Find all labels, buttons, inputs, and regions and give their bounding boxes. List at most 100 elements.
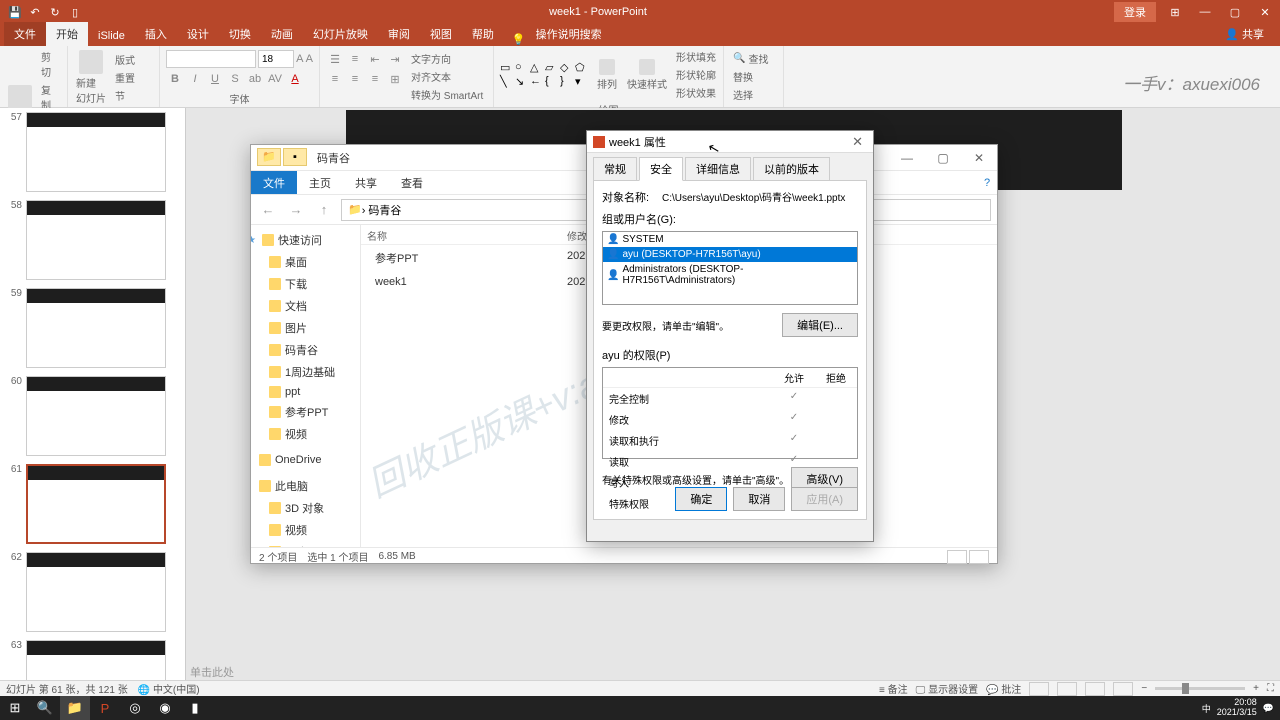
shape-fill-button[interactable]: 形状填充 — [673, 48, 719, 65]
redo-icon[interactable]: ↻ — [48, 5, 62, 19]
tab-file[interactable]: 文件 — [4, 22, 46, 46]
save-icon[interactable]: 💾 — [8, 5, 22, 19]
users-listbox[interactable]: 👤SYSTEM👤ayu (DESKTOP-H7R156T\ayu)👤Admini… — [602, 231, 858, 305]
nav-item[interactable]: 参考PPT — [251, 401, 360, 423]
nav-item[interactable]: 视频 — [251, 519, 360, 541]
arrange-button[interactable]: 排列 — [593, 57, 621, 93]
tab-home[interactable]: 开始 — [46, 22, 88, 46]
tab-details[interactable]: 详细信息 — [685, 157, 751, 181]
chrome-icon[interactable]: ◉ — [150, 696, 180, 720]
thumb-preview[interactable] — [26, 288, 166, 368]
search-icon[interactable]: 🔍 — [30, 696, 60, 720]
powerpoint-icon[interactable]: P — [90, 696, 120, 720]
thumbnail-item[interactable]: 59 — [4, 288, 181, 368]
align-text-button[interactable]: 对齐文本 — [408, 68, 486, 85]
select-button[interactable]: 选择 — [730, 86, 777, 103]
slideshow-view-icon[interactable] — [1113, 682, 1133, 696]
language-indicator[interactable]: 🌐 中文(中国) — [138, 681, 200, 696]
exp-tab-home[interactable]: 主页 — [297, 171, 343, 194]
details-view-icon[interactable] — [947, 550, 967, 564]
font-color-icon[interactable]: A — [286, 70, 304, 88]
tab-slideshow[interactable]: 幻灯片放映 — [303, 22, 378, 46]
columns-icon[interactable]: ⊞ — [386, 70, 404, 88]
exp-close-icon[interactable]: ✕ — [961, 145, 997, 171]
italic-icon[interactable]: I — [186, 70, 204, 88]
thumbnails-view-icon[interactable] — [969, 550, 989, 564]
thumb-preview[interactable] — [26, 376, 166, 456]
exp-tab-share[interactable]: 共享 — [343, 171, 389, 194]
nav-item[interactable]: ppt — [251, 383, 360, 401]
thumbnail-item[interactable]: 58 — [4, 200, 181, 280]
tab-design[interactable]: 设计 — [177, 22, 219, 46]
quick-style-button[interactable]: 快速样式 — [623, 57, 671, 93]
col-name[interactable]: 名称 — [361, 225, 561, 244]
spacing-icon[interactable]: AV — [266, 70, 284, 88]
replace-button[interactable]: 替换 — [730, 68, 777, 85]
tab-transition[interactable]: 切换 — [219, 22, 261, 46]
app-icon[interactable]: ◎ — [120, 696, 150, 720]
tab-islide[interactable]: iSlide — [88, 26, 135, 46]
zoom-in-icon[interactable]: + — [1253, 683, 1259, 694]
thumbnail-item[interactable]: 60 — [4, 376, 181, 456]
shape-effects-button[interactable]: 形状效果 — [673, 84, 719, 101]
nav-item[interactable]: 图片 — [251, 317, 360, 339]
maximize-icon[interactable]: ▢ — [1220, 0, 1250, 24]
nav-item[interactable]: 桌面 — [251, 251, 360, 273]
user-item[interactable]: 👤SYSTEM — [603, 232, 857, 247]
thumb-preview[interactable] — [26, 640, 166, 682]
increase-font-icon[interactable]: A — [296, 50, 304, 68]
thumbnail-item[interactable]: 62 — [4, 552, 181, 632]
tab-animation[interactable]: 动画 — [261, 22, 303, 46]
forward-icon[interactable]: → — [285, 199, 307, 221]
tab-view[interactable]: 视图 — [420, 22, 462, 46]
cut-button[interactable]: 剪切 — [38, 48, 63, 80]
nav-item[interactable]: 下载 — [251, 273, 360, 295]
ribbon-display-icon[interactable]: ⊞ — [1160, 0, 1190, 24]
exp-help-icon[interactable]: ? — [977, 171, 997, 194]
tab-review[interactable]: 审阅 — [378, 22, 420, 46]
explorer-icon[interactable]: 📁 — [60, 696, 90, 720]
start-icon[interactable]: ⊞ — [0, 696, 30, 720]
thumbnail-item[interactable]: 57 — [4, 112, 181, 192]
exp-minimize-icon[interactable]: — — [889, 145, 925, 171]
shapes-gallery[interactable]: ▭○△▱◇⬠ ╲↘←{}▾ — [498, 59, 591, 90]
close-icon[interactable]: ✕ — [1250, 0, 1280, 24]
thumb-preview[interactable] — [26, 200, 166, 280]
back-icon[interactable]: ← — [257, 199, 279, 221]
bold-icon[interactable]: B — [166, 70, 184, 88]
numbering-icon[interactable]: ≡ — [346, 50, 364, 68]
login-button[interactable]: 登录 — [1114, 2, 1156, 22]
user-item[interactable]: 👤Administrators (DESKTOP-H7R156T\Adminis… — [603, 262, 857, 288]
nav-item[interactable]: 快速访问 — [251, 229, 360, 251]
explorer-nav-pane[interactable]: 快速访问桌面下载文档图片码青谷1周边基础ppt参考PPT视频OneDrive此电… — [251, 225, 361, 547]
terminal-icon[interactable]: ▮ — [180, 696, 210, 720]
nav-item[interactable]: 1周边基础 — [251, 361, 360, 383]
underline-icon[interactable]: U — [206, 70, 224, 88]
nav-item[interactable]: 码青谷 — [251, 339, 360, 361]
tell-me[interactable]: 操作说明搜索 — [526, 22, 612, 46]
reset-button[interactable]: 重置 — [112, 69, 138, 86]
strike-icon[interactable]: S — [226, 70, 244, 88]
bullets-icon[interactable]: ☰ — [326, 50, 344, 68]
find-button[interactable]: 🔍 查找 — [730, 50, 777, 67]
props-close-icon[interactable]: ✕ — [848, 134, 867, 150]
nav-item[interactable]: 文档 — [251, 295, 360, 317]
thumb-preview[interactable] — [26, 112, 166, 192]
tab-security[interactable]: 安全 — [639, 157, 683, 181]
thumb-preview[interactable] — [26, 464, 166, 544]
start-from-beginning-icon[interactable]: ▯ — [68, 5, 82, 19]
text-direction-button[interactable]: 文字方向 — [408, 50, 486, 67]
nav-item[interactable]: 视频 — [251, 423, 360, 445]
layout-button[interactable]: 版式 — [112, 51, 138, 68]
smartart-button[interactable]: 转换为 SmartArt — [408, 86, 486, 103]
tab-previous-versions[interactable]: 以前的版本 — [753, 157, 830, 181]
thumbnail-item[interactable]: 61 — [4, 464, 181, 544]
shadow-icon[interactable]: ab — [246, 70, 264, 88]
up-icon[interactable]: ↑ — [313, 199, 335, 221]
user-item[interactable]: 👤ayu (DESKTOP-H7R156T\ayu) — [603, 247, 857, 262]
share-button[interactable]: 👤 共享 — [1213, 22, 1276, 46]
new-slide-button[interactable]: 新建 幻灯片 — [72, 48, 110, 107]
fit-to-window-icon[interactable]: ⛶ — [1267, 683, 1274, 694]
indent-dec-icon[interactable]: ⇤ — [366, 50, 384, 68]
reading-view-icon[interactable] — [1085, 682, 1105, 696]
